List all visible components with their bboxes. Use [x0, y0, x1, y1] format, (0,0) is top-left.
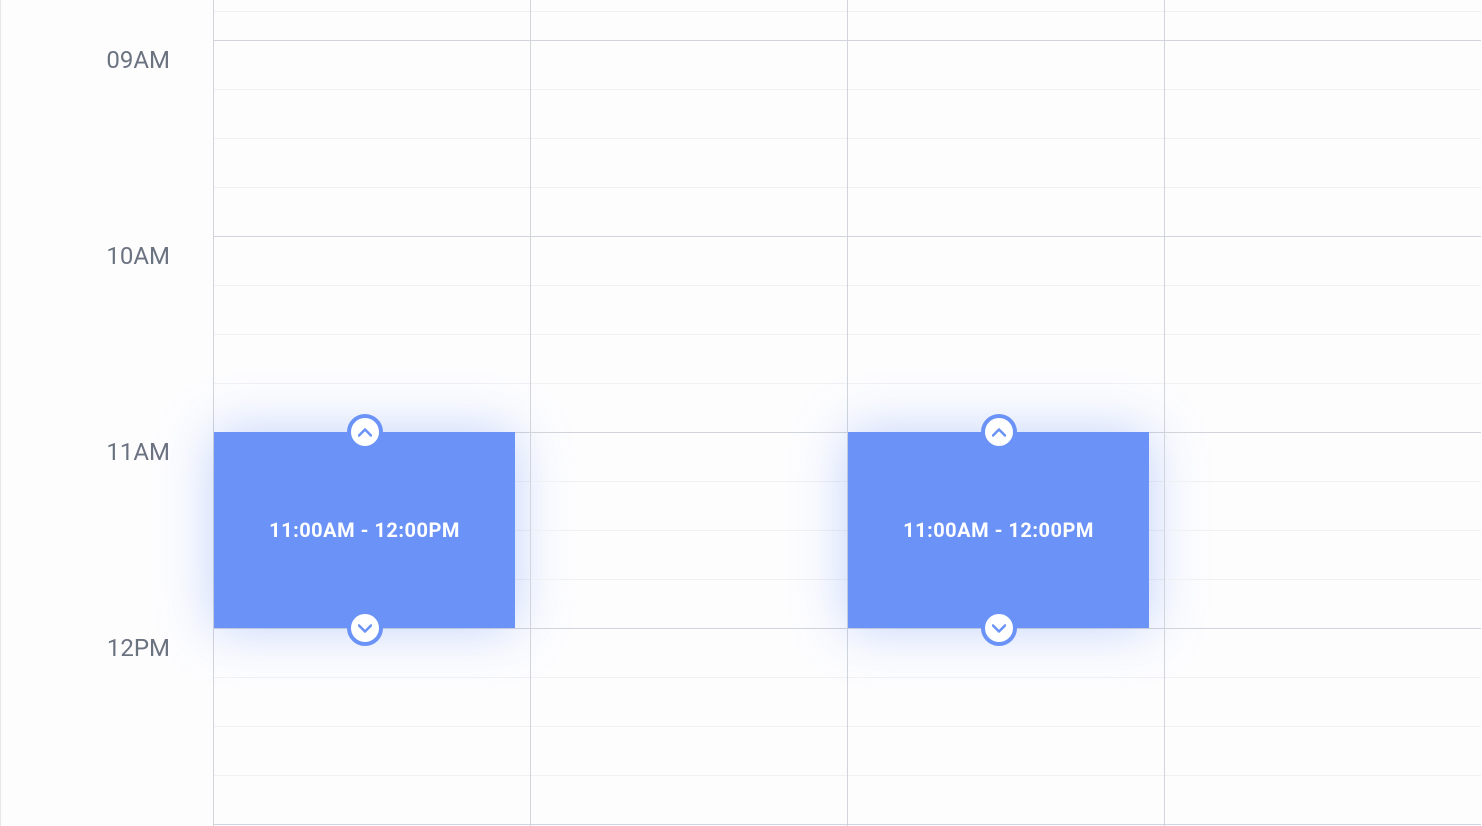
time-label-12pm: 12PM [107, 634, 170, 662]
grid-line [848, 89, 1164, 90]
grid-line [214, 11, 530, 12]
grid-line [1165, 11, 1481, 12]
grid-line [214, 187, 530, 188]
grid-line [531, 579, 847, 580]
day-column-1[interactable]: 11:00AM - 12:00PM [213, 0, 530, 826]
grid-line [1165, 579, 1481, 580]
resize-handle-bottom[interactable] [347, 610, 383, 646]
grid-line [1165, 775, 1481, 776]
grid-line [214, 40, 530, 41]
grid-line [531, 40, 847, 41]
grid-line [848, 40, 1164, 41]
calendar-grid: 09AM 10AM 11AM 12PM 11: [0, 0, 1482, 826]
resize-handle-top[interactable] [347, 414, 383, 450]
chevron-up-icon [992, 425, 1006, 439]
event-time-label: 11:00AM - 12:00PM [903, 518, 1094, 542]
grid-line [1165, 628, 1481, 629]
grid-line [1165, 481, 1481, 482]
grid-line [848, 726, 1164, 727]
time-axis-column: 09AM 10AM 11AM 12PM [0, 0, 213, 826]
grid-line [531, 285, 847, 286]
grid-line [1165, 285, 1481, 286]
resize-handle-top[interactable] [981, 414, 1017, 450]
time-label-10am: 10AM [106, 242, 170, 270]
chevron-up-icon [358, 425, 372, 439]
calendar-event-2[interactable]: 11:00AM - 12:00PM [848, 432, 1149, 628]
grid-line [848, 138, 1164, 139]
grid-line [848, 187, 1164, 188]
grid-line [1165, 334, 1481, 335]
grid-line [1165, 677, 1481, 678]
grid-line [1165, 40, 1481, 41]
grid-line [1165, 726, 1481, 727]
calendar-event-1[interactable]: 11:00AM - 12:00PM [214, 432, 515, 628]
grid-line [848, 383, 1164, 384]
grid-line [1165, 236, 1481, 237]
grid-line [531, 628, 847, 629]
grid-line [1165, 530, 1481, 531]
grid-line [848, 236, 1164, 237]
event-time-label: 11:00AM - 12:00PM [269, 518, 460, 542]
time-label-11am: 11AM [106, 438, 170, 466]
grid-line [214, 726, 530, 727]
resize-handle-bottom[interactable] [981, 610, 1017, 646]
grid-line [531, 432, 847, 433]
grid-line [531, 11, 847, 12]
chevron-down-icon [358, 621, 372, 635]
grid-line [531, 481, 847, 482]
grid-line [531, 530, 847, 531]
day-column-3[interactable]: 11:00AM - 12:00PM [847, 0, 1164, 826]
grid-line [214, 285, 530, 286]
grid-line [1165, 89, 1481, 90]
grid-line [848, 775, 1164, 776]
grid-line [848, 334, 1164, 335]
grid-line [531, 726, 847, 727]
time-label-09am: 09AM [106, 46, 170, 74]
grid-line [531, 138, 847, 139]
grid-line [531, 187, 847, 188]
grid-line [848, 824, 1164, 825]
grid-line [531, 334, 847, 335]
grid-line [848, 285, 1164, 286]
grid-line [531, 236, 847, 237]
grid-line [848, 11, 1164, 12]
grid-line [214, 236, 530, 237]
grid-line [1165, 432, 1481, 433]
grid-line [214, 334, 530, 335]
grid-line [1165, 187, 1481, 188]
grid-line [531, 677, 847, 678]
grid-line [531, 824, 847, 825]
grid-line [1165, 138, 1481, 139]
day-column-2[interactable] [530, 0, 847, 826]
grid-line [1165, 824, 1481, 825]
grid-line [214, 89, 530, 90]
grid-line [214, 775, 530, 776]
grid-line [531, 89, 847, 90]
grid-line [214, 383, 530, 384]
grid-line [848, 677, 1164, 678]
grid-line [214, 824, 530, 825]
grid-line [214, 677, 530, 678]
chevron-down-icon [992, 621, 1006, 635]
grid-line [531, 383, 847, 384]
day-column-4[interactable] [1164, 0, 1481, 826]
grid-line [214, 138, 530, 139]
grid-line [531, 775, 847, 776]
grid-line [1165, 383, 1481, 384]
